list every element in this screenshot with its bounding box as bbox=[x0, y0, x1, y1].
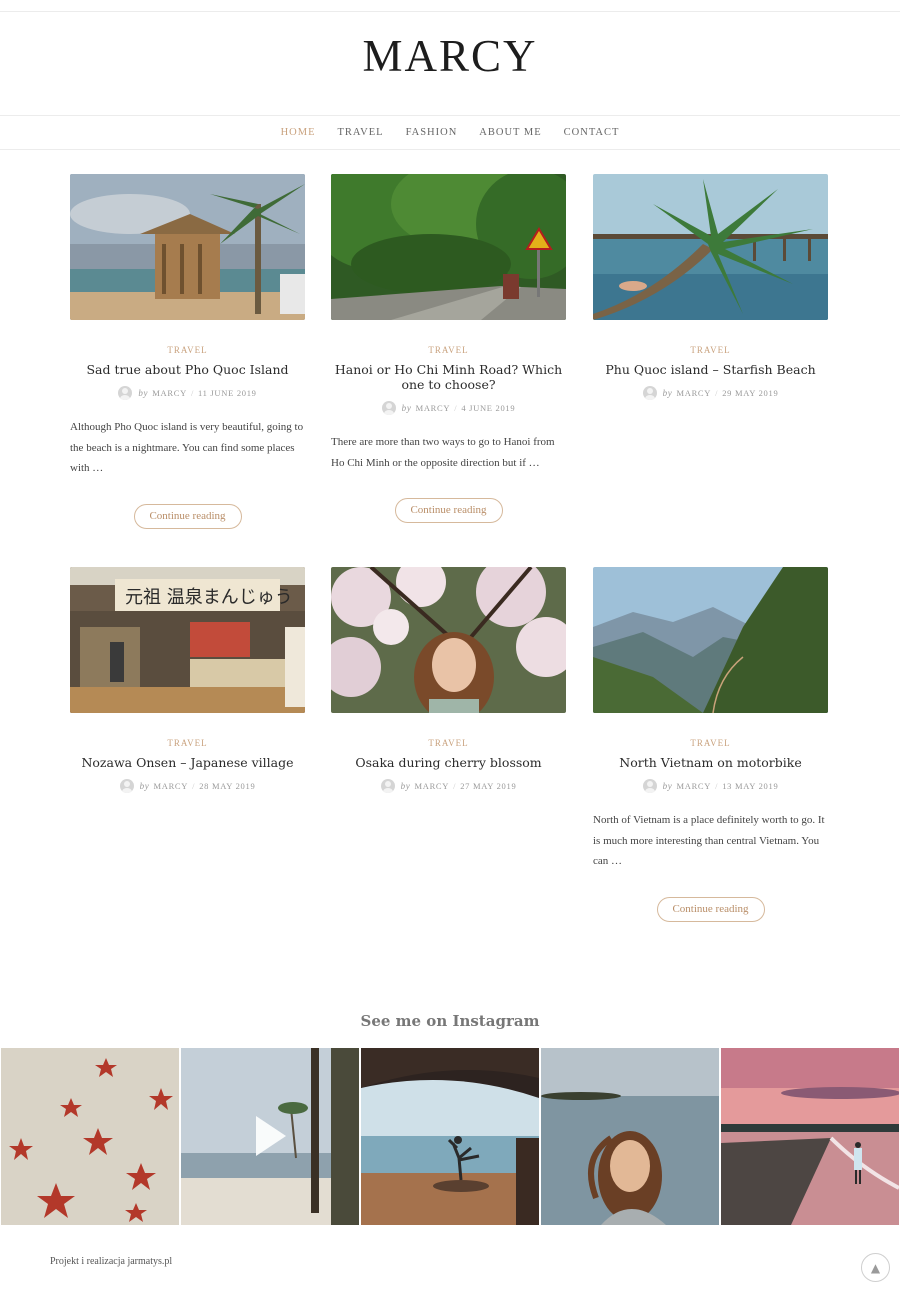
svg-text:元祖 温泉まんじゅう: 元祖 温泉まんじゅう bbox=[125, 587, 293, 608]
post-author[interactable]: MARCY bbox=[152, 388, 187, 398]
post-title[interactable]: Hanoi or Ho Chi Minh Road? Which one to … bbox=[331, 362, 566, 392]
instagram-photo[interactable] bbox=[721, 1048, 899, 1225]
site-logo[interactable]: MARCY bbox=[0, 30, 900, 82]
meta-separator: / bbox=[453, 781, 457, 791]
author-avatar-icon bbox=[119, 779, 134, 793]
meta-separator: / bbox=[192, 781, 196, 791]
post-card: TRAVEL Hanoi or Ho Chi Minh Road? Which … bbox=[331, 174, 566, 523]
by-label: by bbox=[138, 388, 149, 398]
post-author[interactable]: MARCY bbox=[153, 781, 188, 791]
post-meta: by MARCY / 13 MAY 2019 bbox=[593, 779, 828, 793]
post-date: 29 MAY 2019 bbox=[722, 388, 779, 398]
continue-reading-button[interactable]: Continue reading bbox=[656, 896, 765, 922]
post-title[interactable]: Sad true about Pho Quoc Island bbox=[70, 362, 305, 377]
post-category[interactable]: TRAVEL bbox=[593, 345, 828, 355]
post-thumbnail[interactable]: 元祖 温泉まんじゅう bbox=[70, 567, 305, 713]
meta-separator: / bbox=[715, 781, 719, 791]
post-date: 27 MAY 2019 bbox=[460, 781, 517, 791]
post-meta: by MARCY / 4 JUNE 2019 bbox=[331, 401, 566, 415]
post-thumbnail[interactable] bbox=[593, 174, 828, 320]
post-date: 13 MAY 2019 bbox=[722, 781, 779, 791]
scroll-to-top-button[interactable]: ▲ bbox=[861, 1253, 890, 1282]
post-meta: by MARCY / 29 MAY 2019 bbox=[593, 386, 828, 400]
by-label: by bbox=[139, 781, 150, 791]
by-label: by bbox=[662, 388, 673, 398]
post-card: TRAVEL North Vietnam on motorbike by MAR… bbox=[593, 567, 828, 922]
post-author[interactable]: MARCY bbox=[416, 403, 451, 413]
nav-item-contact[interactable]: CONTACT bbox=[564, 127, 620, 138]
instagram-photo[interactable] bbox=[541, 1048, 719, 1225]
meta-separator: / bbox=[190, 388, 195, 398]
post-category[interactable]: TRAVEL bbox=[331, 738, 566, 748]
author-avatar-icon bbox=[381, 401, 396, 415]
post-excerpt: Although Pho Quoc island is very beautif… bbox=[70, 421, 304, 474]
post-thumbnail[interactable] bbox=[331, 174, 566, 320]
post-meta: by MARCY / 28 MAY 2019 bbox=[70, 779, 305, 793]
nav-item-fashion[interactable]: FASHION bbox=[406, 127, 458, 138]
post-excerpt: There are more than two ways to go to Ha… bbox=[331, 436, 555, 469]
by-label: by bbox=[400, 781, 411, 791]
post-title[interactable]: Nozawa Onsen – Japanese village bbox=[70, 755, 305, 770]
meta-separator: / bbox=[715, 388, 719, 398]
footer-credit[interactable]: Projekt i realizacja jarmatys.pl bbox=[50, 1256, 172, 1267]
author-avatar-icon bbox=[642, 386, 657, 400]
post-author[interactable]: MARCY bbox=[676, 388, 711, 398]
post-title[interactable]: Phu Quoc island – Starfish Beach bbox=[593, 362, 828, 377]
by-label: by bbox=[662, 781, 673, 791]
author-avatar-icon bbox=[118, 386, 133, 400]
post-thumbnail[interactable] bbox=[331, 567, 566, 713]
by-label: by bbox=[401, 403, 412, 413]
post-category[interactable]: TRAVEL bbox=[70, 738, 305, 748]
post-category[interactable]: TRAVEL bbox=[331, 345, 566, 355]
post-date: 4 JUNE 2019 bbox=[461, 403, 516, 413]
instagram-photo[interactable] bbox=[361, 1048, 539, 1225]
post-title[interactable]: North Vietnam on motorbike bbox=[593, 755, 828, 770]
post-card: TRAVEL Phu Quoc island – Starfish Beach … bbox=[593, 174, 828, 400]
post-title[interactable]: Osaka during cherry blossom bbox=[331, 755, 566, 770]
post-category[interactable]: TRAVEL bbox=[593, 738, 828, 748]
continue-reading-button[interactable]: Continue reading bbox=[133, 503, 242, 529]
instagram-feed bbox=[0, 1048, 900, 1225]
instagram-heading: See me on Instagram bbox=[360, 1012, 540, 1030]
instagram-photo[interactable] bbox=[1, 1048, 179, 1225]
post-date: 11 JUNE 2019 bbox=[198, 388, 257, 398]
nav-item-travel[interactable]: TRAVEL bbox=[338, 127, 384, 138]
post-thumbnail[interactable] bbox=[70, 174, 305, 320]
post-card: TRAVEL Sad true about Pho Quoc Island by… bbox=[70, 174, 305, 529]
arrow-up-icon: ▲ bbox=[870, 1260, 881, 1275]
nav-item-about-me[interactable]: ABOUT ME bbox=[479, 127, 541, 138]
post-card: TRAVEL Osaka during cherry blossom by MA… bbox=[331, 567, 566, 793]
meta-separator: / bbox=[454, 403, 458, 413]
continue-reading-button[interactable]: Continue reading bbox=[394, 498, 503, 523]
top-divider bbox=[0, 11, 900, 12]
post-card: 元祖 温泉まんじゅう TRAVEL Nozawa Onsen – Japanes… bbox=[70, 567, 305, 793]
post-category[interactable]: TRAVEL bbox=[70, 345, 305, 355]
post-thumbnail[interactable] bbox=[593, 567, 828, 713]
post-excerpt: North of Vietnam is a place definitely w… bbox=[593, 814, 825, 867]
post-author[interactable]: MARCY bbox=[676, 781, 711, 791]
instagram-video[interactable] bbox=[181, 1048, 359, 1225]
nav-item-home[interactable]: HOME bbox=[281, 127, 316, 138]
author-avatar-icon bbox=[642, 779, 657, 793]
post-meta: by MARCY / 11 JUNE 2019 bbox=[70, 386, 305, 400]
post-date: 28 MAY 2019 bbox=[199, 781, 256, 791]
author-avatar-icon bbox=[380, 779, 395, 793]
main-nav: HOME TRAVEL FASHION ABOUT ME CONTACT bbox=[0, 115, 900, 150]
post-author[interactable]: MARCY bbox=[414, 781, 449, 791]
post-meta: by MARCY / 27 MAY 2019 bbox=[331, 779, 566, 793]
